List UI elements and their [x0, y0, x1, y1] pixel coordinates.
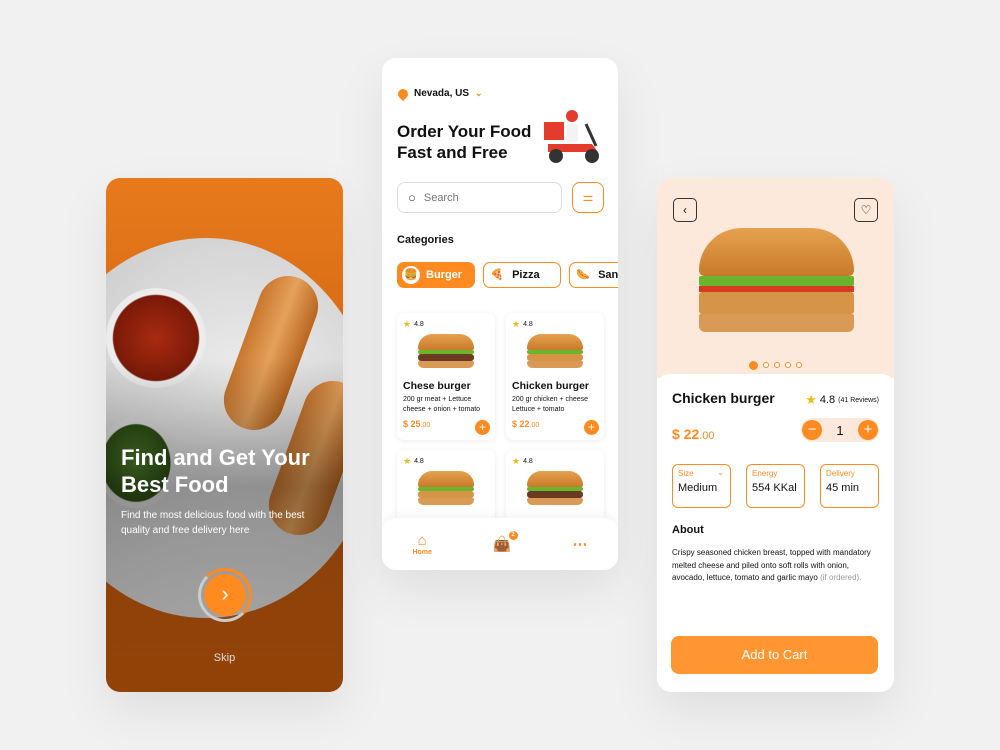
chevron-down-icon: ⌄ [717, 468, 724, 477]
onboarding-title: Find and Get Your Best Food [121, 445, 310, 497]
burger-image [527, 471, 583, 509]
star-icon: ★ [512, 456, 521, 466]
plus-icon: + [587, 420, 595, 434]
category-burger[interactable]: 🍔 Burger [397, 262, 476, 288]
cart-badge: 2 [508, 531, 518, 540]
add-to-cart-button[interactable]: Add to Cart [671, 636, 878, 674]
star-icon: ★ [403, 319, 412, 329]
product-card[interactable]: ★ 4.8 Chicken burger 200 gr chicken + che… [506, 313, 604, 440]
delivery-scooter-illustration [544, 110, 599, 163]
location-selector[interactable]: Nevada, US ⌄ [395, 86, 483, 101]
plus-icon: + [478, 420, 486, 434]
sliders-icon: ⚌ [582, 190, 594, 204]
product-card[interactable]: ★ 4.8 Chese burger 200 gr meat + Lettuce … [397, 313, 495, 440]
onboarding-subtitle: Find the most delicious food with the be… [121, 510, 305, 536]
burger-image [527, 334, 583, 372]
category-pizza[interactable]: 🍕 Pizza [483, 262, 562, 288]
category-list: 🍔Burger 🍕Pizza 🌭Sandwich [397, 262, 618, 288]
burger-image [418, 471, 474, 509]
product-rating: ★ 4.8 (41 Reviews) [805, 392, 879, 407]
chevron-down-icon: ⌄ [475, 88, 483, 98]
quantity-value: 1 [836, 422, 844, 438]
back-button[interactable]: ‹ [673, 198, 697, 222]
image-carousel-dots [657, 361, 894, 370]
decrease-button[interactable]: − [802, 420, 822, 440]
location-pin-icon [395, 86, 411, 101]
search-icon: ○ [408, 190, 416, 205]
nav-cart[interactable]: 👜 2 [493, 531, 518, 553]
filter-button[interactable]: ⚌ [572, 182, 604, 213]
star-icon: ★ [805, 392, 817, 407]
add-button[interactable]: + [584, 420, 599, 435]
product-hero: ‹ ♡ [657, 178, 894, 378]
energy-info: Energy 554 KKal [746, 464, 805, 508]
page-title: Order Your Food Fast and Free [397, 122, 532, 162]
hotdog-icon: 🌭 [574, 266, 593, 284]
carousel-dot[interactable] [796, 362, 802, 368]
category-sandwich[interactable]: 🌭Sandwich [569, 262, 618, 288]
pizza-icon: 🍕 [488, 266, 507, 284]
burger-image [699, 228, 854, 346]
chevron-left-icon: ‹ [683, 203, 687, 217]
categories-heading: Categories [397, 234, 454, 246]
favorite-button[interactable]: ♡ [854, 198, 878, 222]
heart-icon: ♡ [860, 203, 872, 217]
home-screen: Nevada, US ⌄ Order Your Food Fast and Fre… [382, 58, 618, 570]
nav-more[interactable]: ⋯ [573, 535, 588, 553]
size-select[interactable]: Size ⌄ Medium [672, 464, 731, 508]
detail-screen: ‹ ♡ Chicken burger ★ 4.8 (41 Reviews) $ 22… [657, 178, 894, 692]
about-text: Crispy seasoned chicken breast, topped w… [672, 548, 871, 582]
burger-image [418, 334, 474, 372]
onboarding-screen: Find and Get Your Best Food Find the mos… [106, 178, 343, 692]
carousel-dot[interactable] [749, 361, 758, 370]
delivery-info: Delivery 45 min [820, 464, 879, 508]
search-field[interactable] [423, 191, 534, 204]
home-icon: ⌂ [417, 532, 427, 549]
skip-button[interactable]: Skip [106, 652, 343, 664]
next-button[interactable]: › [204, 574, 246, 616]
chevron-right-icon: › [221, 581, 229, 606]
about-heading: About [672, 524, 704, 536]
bottom-nav: ⌂ Home 👜 2 ⋯ [382, 518, 618, 570]
carousel-dot[interactable] [763, 362, 769, 368]
increase-button[interactable]: + [857, 420, 878, 440]
more-icon: ⋯ [572, 536, 588, 553]
carousel-dot[interactable] [785, 362, 791, 368]
nav-home[interactable]: ⌂ Home [412, 532, 431, 556]
quantity-stepper: − 1 + [801, 418, 879, 442]
add-button[interactable]: + [475, 420, 490, 435]
star-icon: ★ [403, 456, 412, 466]
burger-icon: 🍔 [402, 266, 420, 284]
search-input[interactable]: ○ [397, 182, 562, 213]
carousel-dot[interactable] [774, 362, 780, 368]
star-icon: ★ [512, 319, 521, 329]
